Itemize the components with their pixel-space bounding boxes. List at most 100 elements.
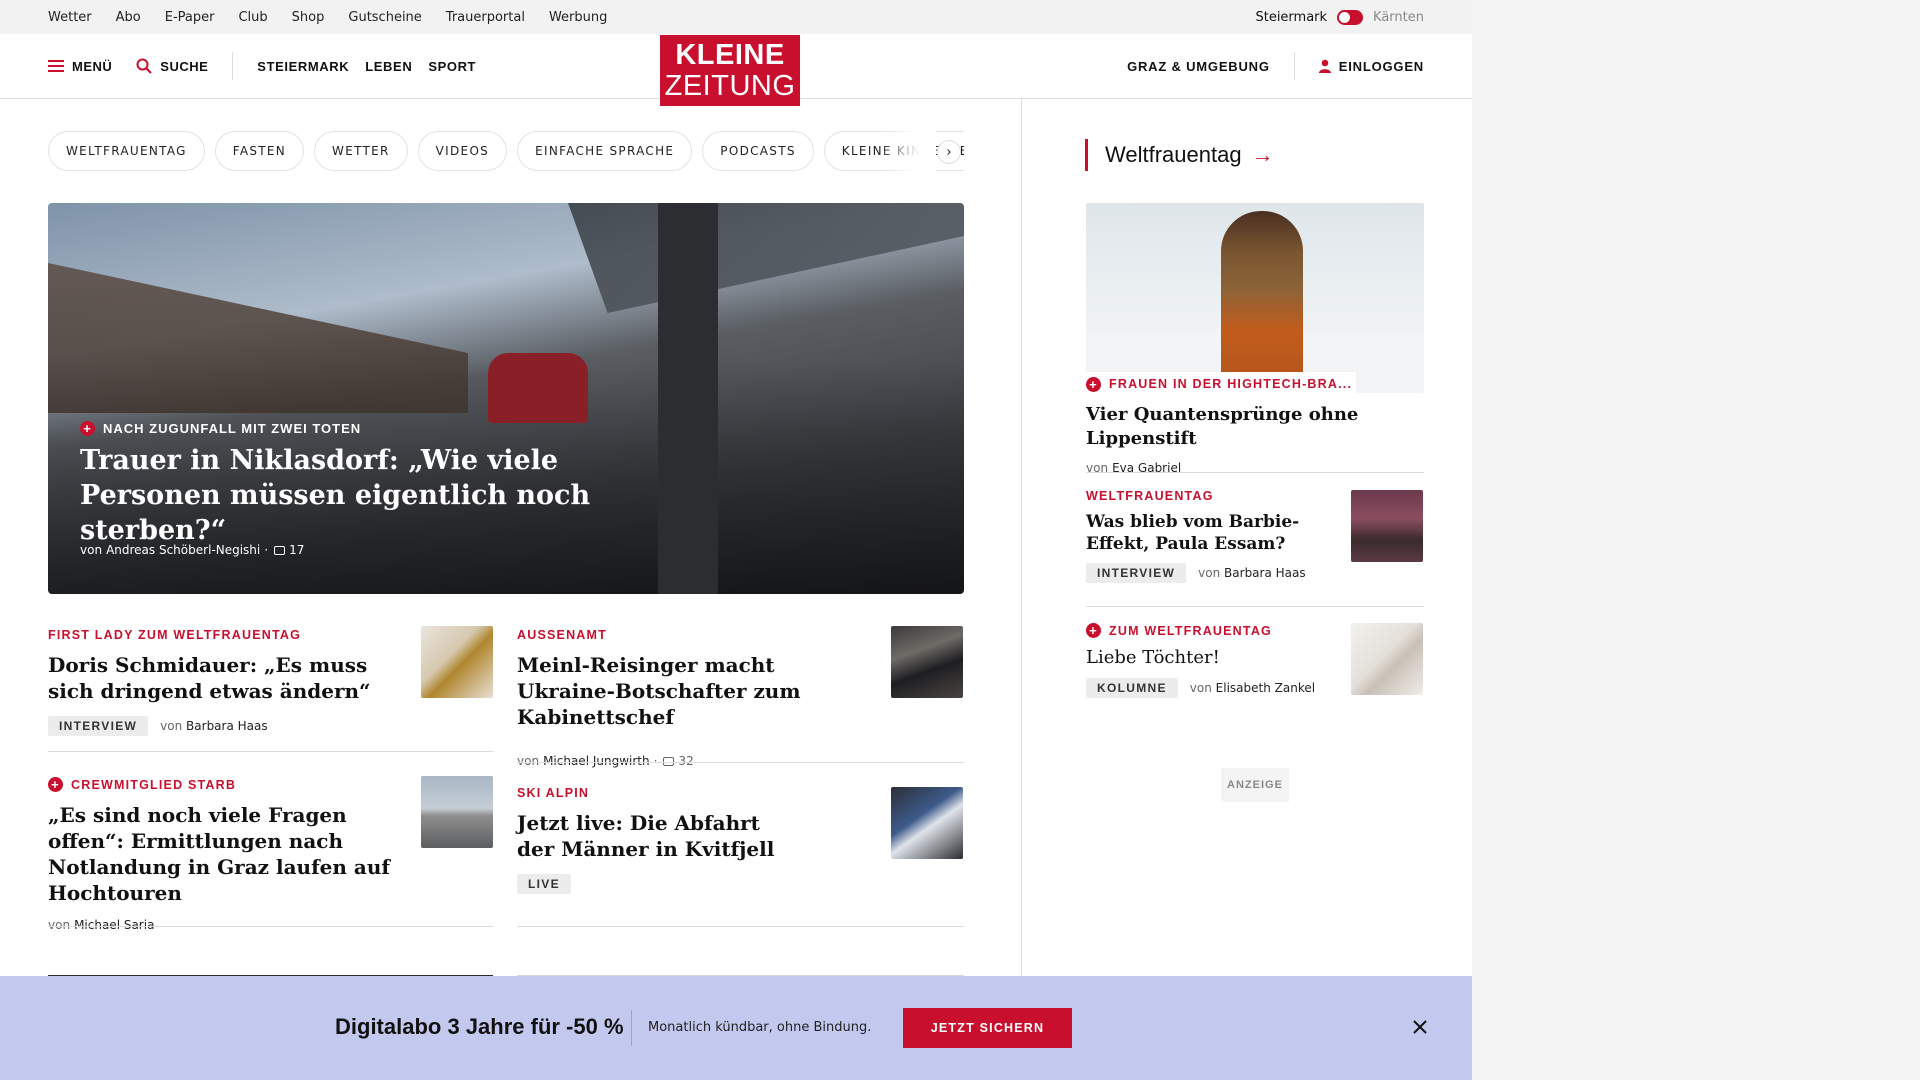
hero-image-roof [568, 203, 964, 313]
article-title[interactable]: Doris Schmidauer: „Es muss sich dringend… [48, 652, 388, 704]
author-prefix: von [80, 543, 103, 557]
article-teaser[interactable]: + CREWMITGLIED STARB „Es sind noch viele… [48, 777, 398, 932]
article-author[interactable]: Elisabeth Zankel [1216, 681, 1315, 695]
article-kicker-text: CREWMITGLIED STARB [71, 777, 237, 792]
link-wetter[interactable]: Wetter [48, 10, 92, 25]
hero-comment-count[interactable]: 17 [289, 543, 304, 557]
hero-title[interactable]: Trauer in Niklasdorf: „Wie viele Persone… [80, 443, 700, 548]
header-separator [232, 52, 234, 80]
article-title[interactable]: Jetzt live: Die Abfahrt der Männer in Kv… [517, 810, 777, 862]
link-club[interactable]: Club [238, 10, 267, 25]
article-thumbnail[interactable] [891, 626, 963, 698]
article-author[interactable]: Michael Saria [74, 918, 154, 932]
link-werbung[interactable]: Werbung [549, 10, 607, 25]
article-teaser[interactable]: AUSSENAMT Meinl-Reisinger macht Ukraine-… [517, 628, 857, 768]
menu-label: MENÜ [72, 58, 113, 74]
plus-icon: + [48, 777, 63, 792]
article-title[interactable]: Vier Quantensprünge ohne Lippenstift [1086, 403, 1424, 451]
article-thumbnail[interactable] [1351, 490, 1423, 562]
article-separator [517, 926, 964, 927]
hamburger-icon [48, 60, 64, 72]
sidebar-article[interactable]: WELTFRAUENTAG Was blieb vom Barbie-Effek… [1086, 489, 1336, 583]
sidebar-main-kicker-text: FRAUEN IN DER HIGHTECH-BRA... [1109, 377, 1353, 391]
login-button[interactable]: EINLOGGEN [1318, 59, 1424, 74]
article-thumbnail[interactable] [421, 776, 493, 848]
comment-icon [274, 545, 286, 555]
article-title[interactable]: Was blieb vom Barbie-Effekt, Paula Essam… [1086, 511, 1336, 555]
hero-article[interactable]: + NACH ZUGUNFALL MIT ZWEI TOTEN Trauer i… [48, 203, 964, 594]
link-gutscheine[interactable]: Gutscheine [348, 10, 421, 25]
nav-steiermark[interactable]: STEIERMARK [257, 59, 349, 74]
chevron-right-icon: › [946, 144, 952, 160]
article-teaser[interactable]: FIRST LADY ZUM WELTFRAUENTAG Doris Schmi… [48, 628, 388, 736]
service-links: Wetter Abo E-Paper Club Shop Gutscheine … [48, 0, 607, 34]
article-title[interactable]: Meinl-Reisinger macht Ukraine-Botschafte… [517, 652, 857, 730]
region-toggle[interactable] [1337, 9, 1364, 25]
author-prefix: von [1189, 681, 1212, 695]
link-abo[interactable]: Abo [116, 10, 141, 25]
article-thumbnail[interactable] [1351, 623, 1423, 695]
article-kicker: FIRST LADY ZUM WELTFRAUENTAG [48, 628, 302, 642]
nav-graz-umgebung[interactable]: GRAZ & UMGEBUNG [1127, 59, 1270, 74]
sidebar-main-article[interactable]: Vier Quantensprünge ohne Lippenstift von… [1086, 395, 1424, 475]
pill-wetter[interactable]: WETTER [314, 131, 408, 171]
article-thumbnail[interactable] [891, 787, 963, 859]
article-comment-count[interactable]: 32 [678, 754, 693, 768]
menu-button[interactable]: MENÜ [48, 59, 112, 74]
article-separator [517, 762, 964, 763]
nav-sport[interactable]: SPORT [428, 59, 476, 74]
author-prefix: von [160, 719, 183, 733]
close-button[interactable] [1409, 1016, 1431, 1038]
pill-videos[interactable]: VIDEOS [417, 131, 508, 171]
article-thumbnail[interactable] [421, 626, 493, 698]
pill-fasten[interactable]: FASTEN [214, 131, 305, 171]
article-author[interactable]: Michael Jungwirth [543, 754, 650, 768]
pill-podcasts[interactable]: PODCASTS [702, 131, 814, 171]
kleine-zeitung-logo[interactable]: KLEINE ZEITUNG [660, 35, 800, 106]
article-author[interactable]: Barbara Haas [186, 719, 268, 733]
promo-separator [631, 1010, 632, 1046]
hero-author[interactable]: Andreas Schöberl-Negishi [106, 543, 260, 557]
badge-interview: INTERVIEW [1086, 563, 1187, 583]
topic-pills: WELTFRAUENTAG FASTEN WETTER VIDEOS EINFA… [48, 131, 964, 171]
region-kaernten[interactable]: Kärnten [1373, 10, 1424, 25]
sidebar-separator [1086, 606, 1424, 607]
article-author[interactable]: Barbara Haas [1224, 566, 1306, 580]
article-title[interactable]: Liebe Töchter! [1086, 646, 1336, 670]
hero-meta: von Andreas Schöberl-Negishi · 17 [80, 543, 304, 557]
sidebar-main-image[interactable] [1086, 203, 1424, 393]
main-header: MENÜ SUCHE STEIERMARK LEBEN SPORT KLEINE… [0, 34, 1472, 106]
sidebar-article[interactable]: + ZUM WELTFRAUENTAG Liebe Töchter! KOLUM… [1086, 623, 1336, 698]
article-teaser[interactable]: SKI ALPIN Jetzt live: Die Abfahrt der Mä… [517, 786, 857, 894]
badge-live: LIVE [517, 874, 571, 894]
article-kicker: WELTFRAUENTAG [1086, 489, 1214, 503]
user-icon [1318, 59, 1331, 73]
region-steiermark[interactable]: Steiermark [1255, 10, 1327, 25]
link-shop[interactable]: Shop [292, 10, 325, 25]
sidebar-main-kicker: + FRAUEN IN DER HIGHTECH-BRA... [1086, 376, 1353, 392]
link-trauerportal[interactable]: Trauerportal [446, 10, 525, 25]
pill-einfache-sprache[interactable]: EINFACHE SPRACHE [517, 131, 693, 171]
pill-weltfrauentag[interactable]: WELTFRAUENTAG [48, 131, 205, 171]
ad-label: ANZEIGE [1221, 768, 1289, 802]
link-epaper[interactable]: E-Paper [165, 10, 215, 25]
pills-next-button[interactable]: › [937, 140, 961, 164]
article-kicker: SKI ALPIN [517, 786, 590, 800]
nav-leben[interactable]: LEBEN [365, 59, 412, 74]
hero-kicker: + NACH ZUGUNFALL MIT ZWEI TOTEN [80, 421, 361, 436]
article-meta: von Michael Saria [48, 918, 398, 932]
pills-fade [880, 131, 936, 171]
hero-image-locomotive [488, 353, 588, 423]
sidebar-heading-text: Weltfrauentag [1105, 142, 1242, 167]
promo-banner: Digitalabo 3 Jahre für -50 % Monatlich k… [0, 976, 1472, 1080]
sidebar-separator [1086, 472, 1424, 473]
search-button[interactable]: SUCHE [136, 58, 208, 74]
promo-cta-button[interactable]: JETZT SICHERN [903, 1008, 1072, 1048]
author-prefix: von [48, 918, 71, 932]
sidebar-heading[interactable]: Weltfrauentag → [1085, 139, 1274, 171]
author-prefix: von [517, 754, 540, 768]
article-title[interactable]: „Es sind noch viele Fragen offen“: Ermit… [48, 802, 398, 906]
article-meta: KOLUMNE von Elisabeth Zankel [1086, 678, 1336, 698]
promo-subtext: Monatlich kündbar, ohne Bindung. [648, 1020, 872, 1035]
meta-dot: · [653, 754, 658, 768]
